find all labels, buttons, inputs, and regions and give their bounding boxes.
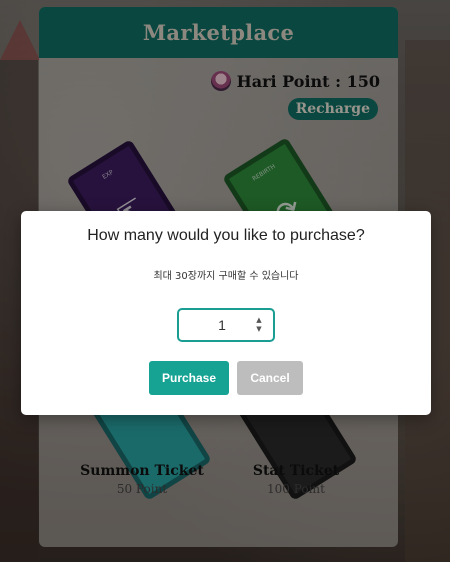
- purchase-button[interactable]: Purchase: [149, 361, 229, 395]
- cancel-button[interactable]: Cancel: [237, 361, 303, 395]
- purchase-quantity-dialog: How many would you like to purchase? 최대 …: [21, 211, 431, 415]
- spin-up-icon[interactable]: ▲: [256, 316, 261, 325]
- quantity-spinner: ▲ ▼: [251, 316, 267, 334]
- quantity-input[interactable]: [179, 317, 251, 333]
- dialog-question: How many would you like to purchase?: [87, 227, 365, 244]
- spin-down-icon[interactable]: ▼: [256, 325, 261, 334]
- quantity-stepper: ▲ ▼: [177, 308, 275, 342]
- dialog-limit-note: 최대 30장까지 구매할 수 있습니다: [153, 271, 299, 282]
